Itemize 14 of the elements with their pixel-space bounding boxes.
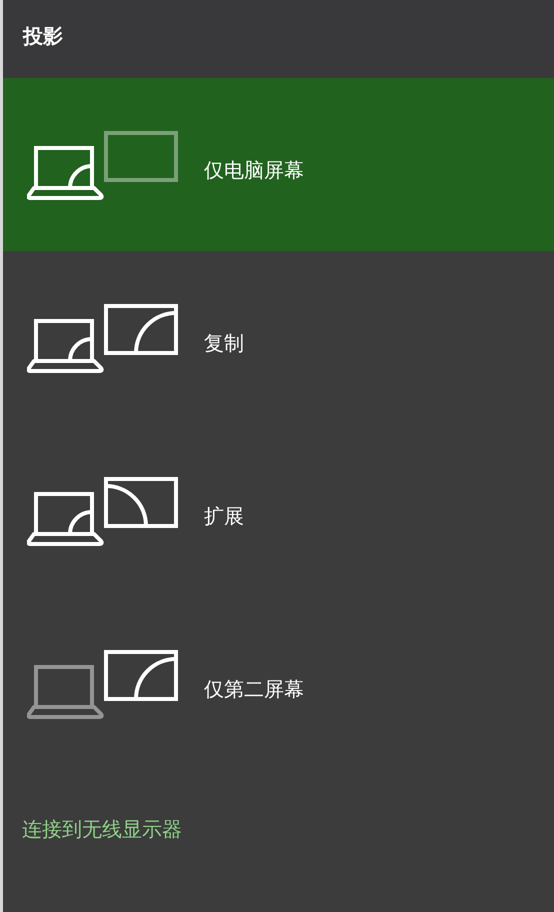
- option-label: 仅第二屏幕: [204, 676, 304, 703]
- display-mode-icon: [27, 302, 179, 372]
- wireless-display-link[interactable]: 连接到无线显示器: [22, 816, 182, 843]
- display-mode-option[interactable]: 扩展: [3, 424, 554, 597]
- display-mode-option[interactable]: 仅第二屏幕: [3, 597, 554, 770]
- option-label: 扩展: [204, 503, 244, 530]
- panel-title: 投影: [23, 22, 63, 50]
- display-mode-option[interactable]: 复制: [3, 251, 554, 424]
- display-mode-icon: [27, 476, 179, 546]
- display-mode-icon: [27, 648, 179, 718]
- option-label: 复制: [204, 330, 244, 357]
- display-mode-icon: [27, 130, 179, 200]
- option-label: 仅电脑屏幕: [204, 157, 304, 184]
- display-mode-option[interactable]: 仅电脑屏幕: [3, 78, 554, 251]
